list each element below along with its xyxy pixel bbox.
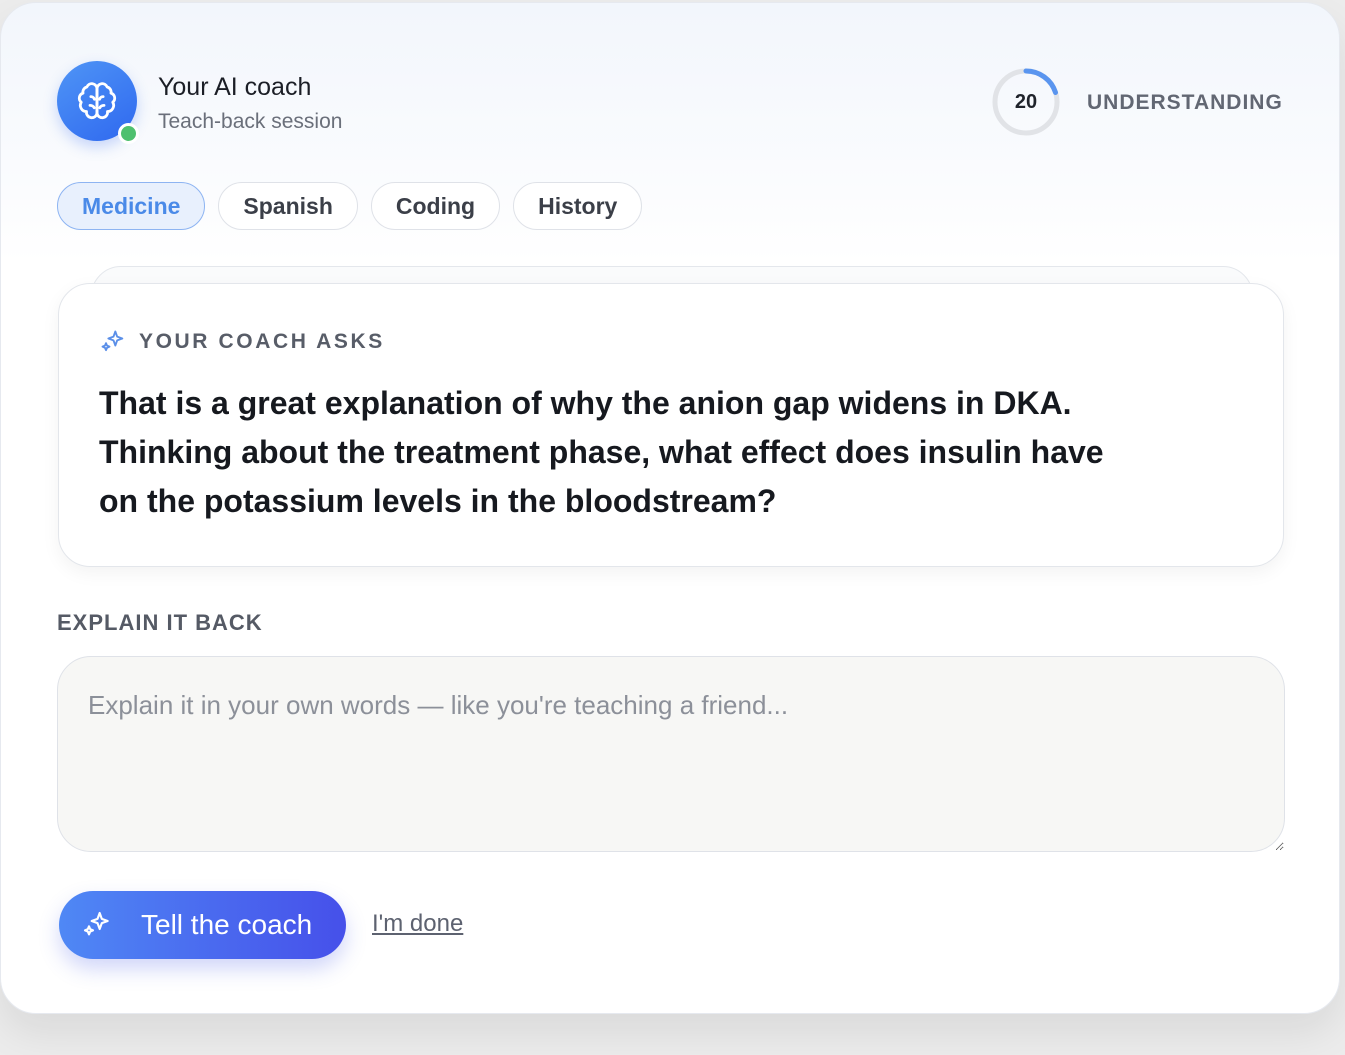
- tab-spanish[interactable]: Spanish: [218, 182, 358, 230]
- tab-medicine[interactable]: Medicine: [57, 182, 206, 230]
- coach-card: Your AI coach Teach-back session 20 UNDE…: [0, 2, 1340, 1014]
- understanding-score: 20: [1014, 90, 1038, 113]
- tab-coding[interactable]: Coding: [370, 182, 501, 230]
- session-subtitle: Teach-back session: [158, 110, 343, 133]
- brain-icon: [77, 82, 117, 120]
- understanding-ring: 20: [991, 67, 1061, 137]
- done-link[interactable]: I'm done: [372, 910, 463, 938]
- subject-tabs: Medicine Spanish Coding History: [57, 182, 643, 230]
- coach-asks-header: YOUR COACH ASKS: [99, 328, 385, 356]
- coach-asks-label: YOUR COACH ASKS: [139, 330, 385, 353]
- coach-title: Your AI coach: [158, 73, 312, 101]
- coach-question: That is a great explanation of why the a…: [99, 385, 1104, 519]
- online-status-dot: [118, 123, 139, 144]
- understanding-label: UNDERSTANDING: [1087, 91, 1283, 114]
- explain-back-label: EXPLAIN IT BACK: [57, 610, 263, 635]
- tell-coach-label: Tell the coach: [141, 909, 313, 940]
- explanation-input[interactable]: [57, 656, 1285, 852]
- sparkles-icon: [83, 911, 109, 936]
- question-card: YOUR COACH ASKS That is a great explanat…: [58, 283, 1284, 567]
- tab-history[interactable]: History: [513, 182, 643, 230]
- tell-coach-button[interactable]: Tell the coach: [59, 891, 346, 959]
- sparkles-icon: [101, 330, 124, 352]
